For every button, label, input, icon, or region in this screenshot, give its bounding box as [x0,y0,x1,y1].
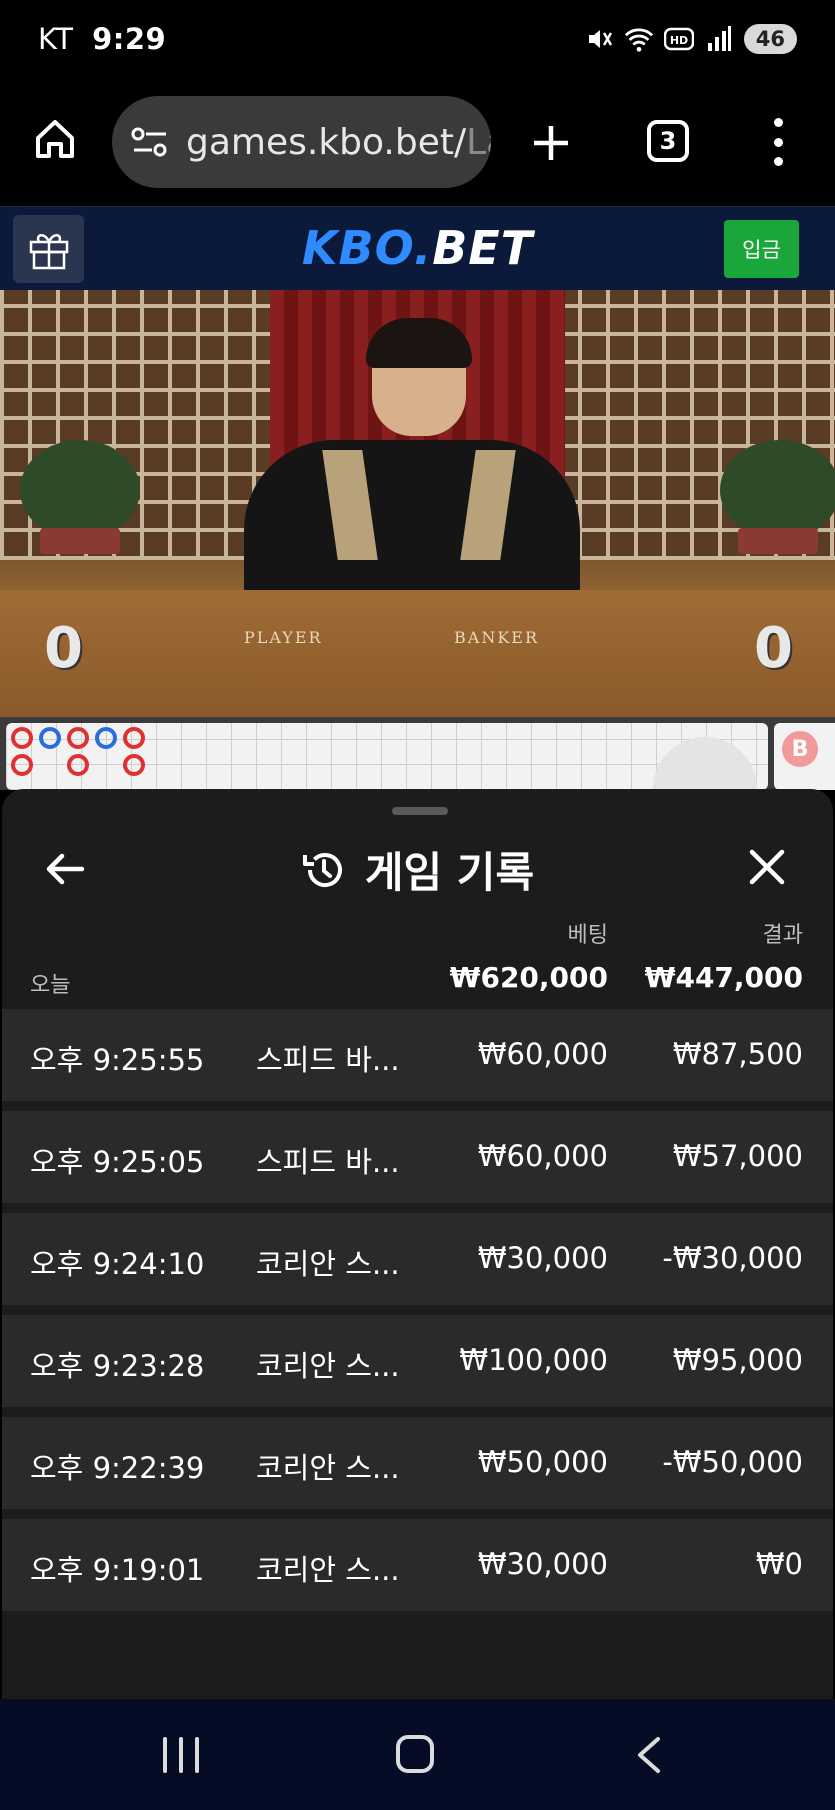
row-game: 코리안 스... [256,1349,400,1383]
sheet-header: 게임 기록 [2,839,833,900]
history-icon [301,847,347,893]
recent-apps-icon[interactable] [163,1737,199,1773]
row-result: ₩87,500 [672,1037,803,1071]
address-bar[interactable]: games.kbo.bet/La [112,96,491,188]
browser-toolbar: games.kbo.bet/La 3 [0,78,835,206]
bonsai-right [720,440,835,540]
url-text: games.kbo.bet/La [186,122,491,163]
url-main: games.kbo.bet/ [186,121,467,163]
tab-count: 3 [659,127,677,155]
svg-text:HD: HD [670,34,688,47]
history-row[interactable]: 오후 9:22:39 코리안 스... ₩50,000 -₩50,000 [2,1417,833,1509]
bead-player [39,727,61,749]
row-bet: ₩30,000 [477,1241,608,1275]
status-left: KT 9:29 [38,22,166,56]
sheet-title: 게임 기록 [364,848,535,897]
back-nav-icon[interactable] [634,1735,664,1775]
history-row[interactable]: 오후 9:25:05 스피드 바... ₩60,000 ₩57,000 [2,1111,833,1203]
home-button-icon[interactable] [396,1735,434,1773]
banker-badge: B [782,731,818,767]
system-nav-bar [0,1699,835,1810]
history-row[interactable]: 오후 9:25:55 스피드 바... ₩60,000 ₩87,500 [2,1009,833,1101]
game-history-sheet: 게임 기록 베팅 결과 오늘 ₩620,000 ₩447,000 오후 9:25… [2,789,833,1699]
row-result: ₩57,000 [672,1139,803,1173]
bead-banker [11,727,33,749]
roadmap-strip: B [0,717,835,797]
bead-banker [123,754,145,776]
row-bet: ₩60,000 [477,1139,608,1173]
banker-label: BANKER [454,628,539,647]
row-game: 스피드 바... [256,1145,400,1179]
status-bar: KT 9:29 HD 46 [0,0,835,78]
row-game: 스피드 바... [256,1043,400,1077]
signal-icon [704,24,734,54]
wifi-icon [624,24,654,54]
total-result: ₩447,000 [644,961,803,994]
history-row[interactable]: 오후 9:24:10 코리안 스... ₩30,000 -₩30,000 [2,1213,833,1305]
row-game: 코리안 스... [256,1247,400,1281]
home-icon[interactable] [32,116,78,162]
row-bet: ₩60,000 [477,1037,608,1071]
row-result: -₩50,000 [662,1445,803,1479]
battery-indicator: 46 [743,24,797,54]
logo-bet: BET [432,221,534,275]
row-time: 오후 9:25:05 [30,1145,205,1179]
carrier-label: KT [38,22,74,56]
row-bet: ₩50,000 [477,1445,608,1479]
row-time: 오후 9:24:10 [30,1247,205,1281]
logo-dot: . [413,221,433,275]
history-list: 오후 9:25:55 스피드 바... ₩60,000 ₩87,500 오후 9… [2,1009,833,1621]
row-bet: ₩100,000 [459,1343,608,1377]
history-row[interactable]: 오후 9:23:28 코리안 스... ₩100,000 ₩95,000 [2,1315,833,1407]
roadmap-side-panel: B [774,723,835,790]
site-logo[interactable]: KBO.BET [0,221,835,275]
history-row[interactable]: 오후 9:19:01 코리안 스... ₩30,000 ₩0 [2,1519,833,1611]
site-settings-icon[interactable] [130,124,170,160]
tab-switcher-button[interactable]: 3 [647,120,689,162]
total-bet: ₩620,000 [449,961,608,994]
status-right: HD 46 [584,24,797,54]
row-game: 코리안 스... [256,1451,400,1485]
bead-banker [123,727,145,749]
row-game: 코리안 스... [256,1553,400,1587]
column-header-result: 결과 [762,923,803,948]
bead-banker [67,727,89,749]
row-result: ₩0 [755,1547,803,1581]
pot-left [40,528,120,554]
banker-score: 0 [754,616,793,681]
bead-player [95,727,117,749]
site-header: KBO.BET 입금 [0,206,835,290]
column-header-bet: 베팅 [567,923,608,948]
more-menu-icon[interactable] [768,118,788,166]
player-score: 0 [44,616,83,681]
sheet-drag-handle[interactable] [392,807,448,815]
bead-banker [67,754,89,776]
bonsai-left [20,440,140,540]
table-felt [0,590,835,717]
hd-icon: HD [663,24,694,54]
live-dealer-video[interactable]: PLAYER BANKER 0 0 [0,290,835,717]
close-icon[interactable] [744,844,790,890]
row-bet: ₩30,000 [477,1547,608,1581]
new-tab-icon[interactable] [528,120,574,166]
clock: 9:29 [92,22,167,56]
url-faded: La [466,121,491,163]
row-time: 오후 9:19:01 [30,1553,205,1587]
mute-icon [584,24,614,54]
bead-banker [11,754,33,776]
row-result: -₩30,000 [662,1241,803,1275]
row-result: ₩95,000 [672,1343,803,1377]
date-group-label: 오늘 [30,973,71,998]
deposit-button[interactable]: 입금 [724,220,799,278]
pot-right [738,528,818,554]
row-time: 오후 9:25:55 [30,1043,205,1077]
player-label: PLAYER [244,628,323,647]
row-time: 오후 9:23:28 [30,1349,205,1383]
row-time: 오후 9:22:39 [30,1451,205,1485]
logo-kbo: KBO [301,221,414,275]
